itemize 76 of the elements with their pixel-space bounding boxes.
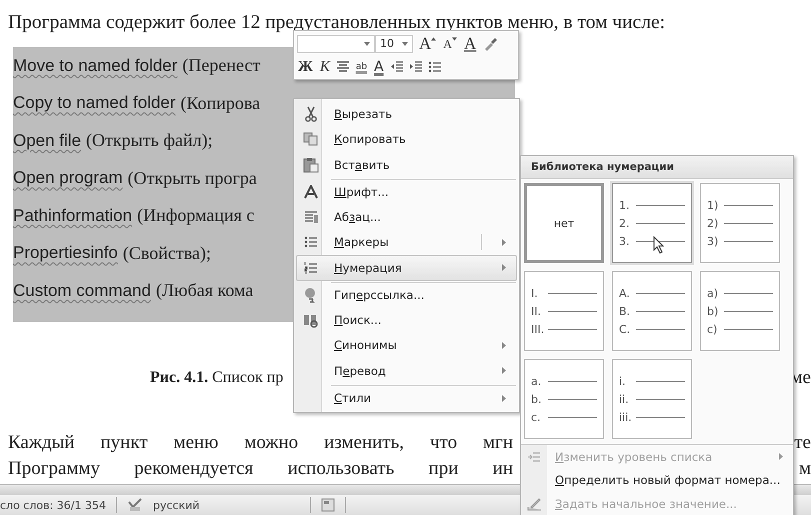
shrink-font-button[interactable]: A [442,34,458,52]
menu-item-name: Copy to named folder [13,93,176,114]
submenu-arrow-icon [779,453,783,460]
copy-icon [302,132,318,146]
menu-item[interactable]: Поиск... [296,307,517,332]
submenu-arrow-icon [502,367,506,374]
menu-title: Библиотека нумерации [521,156,793,179]
caret-up-icon [431,36,436,40]
bullet-list-icon [304,235,318,250]
menu-item[interactable]: Синонимы [296,332,517,358]
menu-item-note: (Свойства); [122,242,212,264]
submenu-arrow-icon [502,264,506,272]
bold-button[interactable]: Ж [297,58,314,76]
styles-button[interactable]: A [462,34,478,52]
numbering-style-tile[interactable]: 1) 2) 3) [700,183,780,263]
menu-item-note: (Открыть файл); [86,130,213,152]
figure-caption: Рис. 4.1. Список пр [150,368,284,388]
numbering-style-tile[interactable]: I. II. III. [524,271,604,351]
paragraph-line: Программу рекомендуется использовать при ин [8,456,513,480]
menu-item[interactable]: Определить новый формат номера... [521,468,793,492]
menu-item-note: (Открыть програ [128,168,257,189]
menu-item-name: Open program [13,168,123,188]
submenu-arrow-icon [502,342,506,349]
numbering-style-tile[interactable]: нет [524,183,604,263]
dropdown-arrow-icon [364,42,370,46]
clipboard-icon [302,156,318,173]
font-name-field[interactable] [297,34,375,52]
indent-icon[interactable] [408,60,423,74]
bullet-list-icon[interactable] [428,60,442,74]
paragraph-fragment: м [798,456,811,480]
menu-item[interactable]: Вставить [296,152,517,178]
scissors-icon [304,106,318,122]
paragraph-icon [304,210,318,224]
numbered-list-icon [304,260,318,275]
language-label[interactable]: русский [153,498,200,512]
menu-item-note: (Перенест [182,55,260,76]
paragraph-line: Каждый пункт меню можно изменить, что мгн [8,430,513,454]
menu-item[interactable]: Копировать [296,126,517,152]
numbering-style-tile[interactable]: a. b. c. [524,359,604,439]
menu-item-note: (Копирова [180,92,260,114]
menu-item[interactable]: Перевод [296,358,517,384]
menu-item-name: Move to named folder [13,56,178,76]
numbering-style-tile[interactable]: 1. 2. 3. [612,183,692,263]
menu-item-name: Custom command [13,280,151,301]
numbering-style-tile[interactable]: i. ii. iii. [612,359,692,439]
italic-button[interactable]: К [318,58,331,76]
submenu-arrow-icon [502,238,506,246]
menu-item[interactable]: Нумерация [296,255,517,280]
menu-item[interactable]: Маркеры [296,230,517,255]
font-size-field[interactable]: 10 [375,34,413,52]
align-center-icon[interactable] [336,60,350,74]
font-icon [304,185,318,200]
menu-item-name: Open file [13,130,82,151]
caret-down-icon [452,36,457,40]
numbering-style-tile[interactable]: A. B. C. [612,271,692,351]
dropdown-arrow-icon [402,42,408,46]
highlight-button[interactable]: ab [354,58,368,76]
menu-item-name: Propertiesinfo [13,243,118,264]
menu-item-note: (Информация с [137,205,254,226]
menu-item[interactable]: Абзац... [296,204,517,230]
submenu-arrow-icon [502,394,506,402]
list-level-icon [527,450,541,463]
grow-font-button[interactable]: A [418,34,438,52]
body-text: Программа содержит более 12 предустановленных пунктов меню, в том числе: [7,11,666,35]
outdent-icon[interactable] [390,60,404,74]
menu-item[interactable]: Вырезать [296,101,517,126]
menu-item-name: Pathinformation [13,206,132,226]
mouse-cursor-icon [653,236,665,254]
font-color-button[interactable]: A [373,58,385,76]
menu-item-note: (Любая кома [156,280,254,302]
paragraph-fragment: те [794,430,811,454]
macro-icon[interactable] [320,498,335,512]
word-count[interactable]: сло слов: 36/1 354 [0,498,106,512]
numbering-style-tile[interactable]: a) b) c) [700,271,780,351]
pencil-icon [527,496,541,511]
spellcheck-icon[interactable] [127,498,143,512]
